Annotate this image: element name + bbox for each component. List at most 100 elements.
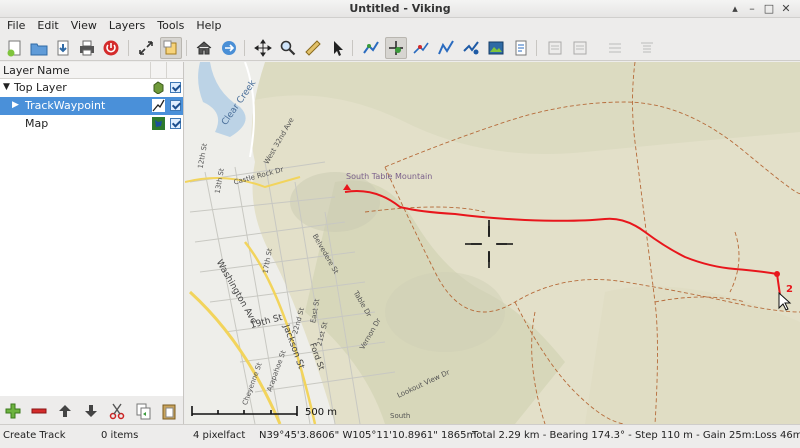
layer-label: Map: [25, 117, 49, 130]
create-track-icon: [363, 41, 379, 54]
extended-route-button[interactable]: [460, 37, 482, 59]
cut-button[interactable]: [106, 400, 128, 422]
toolbar-separator: [536, 40, 537, 56]
scale-label: 500 m: [305, 407, 338, 418]
toolbar-separator: [186, 40, 187, 56]
print-icon: [80, 40, 94, 56]
status-bar: Create Track 0 items 4 pixelfact N39°45'…: [0, 424, 800, 448]
layers-panel: Layer Name ▼ Top Layer ▶ TrackWaypoint M…: [0, 62, 184, 396]
toolbar: [0, 35, 800, 61]
goto-button[interactable]: [218, 37, 240, 59]
layer-row-trackwaypoint[interactable]: ▶ TrackWaypoint: [0, 97, 183, 115]
print-button[interactable]: [76, 37, 98, 59]
extended-route-icon: [463, 41, 479, 55]
edit-trackpoint-button[interactable]: [410, 37, 432, 59]
disabled-layer-icon: [548, 41, 562, 55]
open-button[interactable]: [28, 37, 50, 59]
ruler-button[interactable]: [302, 37, 324, 59]
goto-icon: [222, 41, 236, 55]
add-layer-button[interactable]: [2, 400, 24, 422]
delete-layer-button[interactable]: [28, 400, 50, 422]
close-button[interactable]: ✕: [778, 1, 794, 17]
pan-button[interactable]: [252, 37, 274, 59]
save-icon: [57, 40, 69, 56]
menu-edit[interactable]: Edit: [30, 18, 63, 32]
exit-icon: [103, 40, 119, 56]
layer-row-top[interactable]: ▼ Top Layer: [0, 79, 183, 97]
crosshair-icon: [465, 220, 513, 268]
layer-visible-checkbox[interactable]: [170, 82, 181, 93]
home-icon: [196, 41, 212, 55]
select-icon: [334, 41, 343, 56]
menu-tools[interactable]: Tools: [150, 18, 189, 32]
route-finder-button[interactable]: [435, 37, 457, 59]
collapse-arrow-icon[interactable]: ▼: [3, 82, 10, 92]
window-title: Untitled - Viking: [349, 2, 451, 15]
new-icon: [7, 40, 21, 57]
layers-header: Layer Name: [0, 62, 183, 79]
zoom-button[interactable]: [277, 37, 299, 59]
status-zoom: 4 pixelfact: [193, 430, 246, 441]
map-label: South: [390, 412, 411, 420]
shade-button[interactable]: ▴: [727, 1, 743, 17]
layer-toggle-button[interactable]: [160, 37, 182, 59]
select-button[interactable]: [327, 37, 349, 59]
aggregate-layer-icon: [153, 81, 164, 94]
arrow-up-icon: [59, 405, 71, 417]
move-down-button[interactable]: [80, 400, 102, 422]
disabled-tool-2[interactable]: [569, 37, 591, 59]
disabled-tool-1[interactable]: [544, 37, 566, 59]
show-picture-button[interactable]: [485, 37, 507, 59]
menu-layers[interactable]: Layers: [102, 18, 150, 32]
create-track-button[interactable]: [360, 37, 382, 59]
open-icon: [30, 43, 48, 56]
edit-trackpoint-icon: [413, 42, 429, 54]
status-tool: Create Track: [3, 430, 66, 441]
menu-bar: File Edit View Layers Tools Help: [0, 18, 800, 35]
save-button[interactable]: [52, 37, 74, 59]
paste-button[interactable]: [158, 400, 180, 422]
move-up-button[interactable]: [54, 400, 76, 422]
layer-label: TrackWaypoint: [25, 99, 106, 112]
mouse-pointer-icon: [778, 292, 792, 311]
menu-help[interactable]: Help: [189, 18, 226, 32]
scissors-icon: [109, 403, 125, 420]
status-items: 0 items: [101, 430, 139, 441]
paste-icon: [162, 404, 176, 420]
layer-buttons: [0, 396, 184, 424]
show-picture-icon: [488, 41, 504, 55]
menu-file[interactable]: File: [0, 18, 30, 32]
exit-button[interactable]: [100, 37, 122, 59]
layer-row-map[interactable]: Map: [0, 115, 183, 133]
track-endpoint[interactable]: [774, 271, 780, 277]
trw-layer-icon: [152, 99, 165, 112]
ruler-icon: [305, 40, 321, 56]
column-divider: [166, 62, 167, 79]
layer-visible-checkbox[interactable]: [170, 118, 181, 129]
menu-view[interactable]: View: [64, 18, 102, 32]
copy-button[interactable]: [132, 400, 154, 422]
home-button[interactable]: [193, 37, 215, 59]
disabled-tool-4[interactable]: [636, 37, 658, 59]
edit-waypoint-button[interactable]: [385, 37, 407, 59]
remove-icon: [31, 408, 47, 414]
disabled-layer-icon: [609, 43, 621, 53]
minimize-button[interactable]: –: [744, 1, 760, 17]
georef-button[interactable]: [510, 37, 532, 59]
layer-visible-checkbox[interactable]: [170, 100, 181, 111]
scale-bar: [191, 406, 298, 416]
fullscreen-button[interactable]: [135, 37, 157, 59]
georef-icon: [515, 40, 527, 56]
layer-label: Top Layer: [14, 81, 67, 94]
map-viewport[interactable]: South Table Mountain Clear Creek West 32…: [185, 62, 800, 424]
map-label: South Table Mountain: [346, 172, 433, 181]
disabled-tool-3[interactable]: [604, 37, 626, 59]
status-position: N39°45'3.8606" W105°11'10.8961" 1865m: [259, 430, 477, 441]
column-divider: [150, 62, 151, 79]
disabled-layer-icon: [641, 42, 653, 53]
expand-arrow-icon[interactable]: ▶: [12, 100, 19, 110]
add-icon: [5, 403, 21, 419]
new-button[interactable]: [4, 37, 26, 59]
maximize-button[interactable]: □: [761, 1, 777, 17]
toolbar-separator: [352, 40, 353, 56]
